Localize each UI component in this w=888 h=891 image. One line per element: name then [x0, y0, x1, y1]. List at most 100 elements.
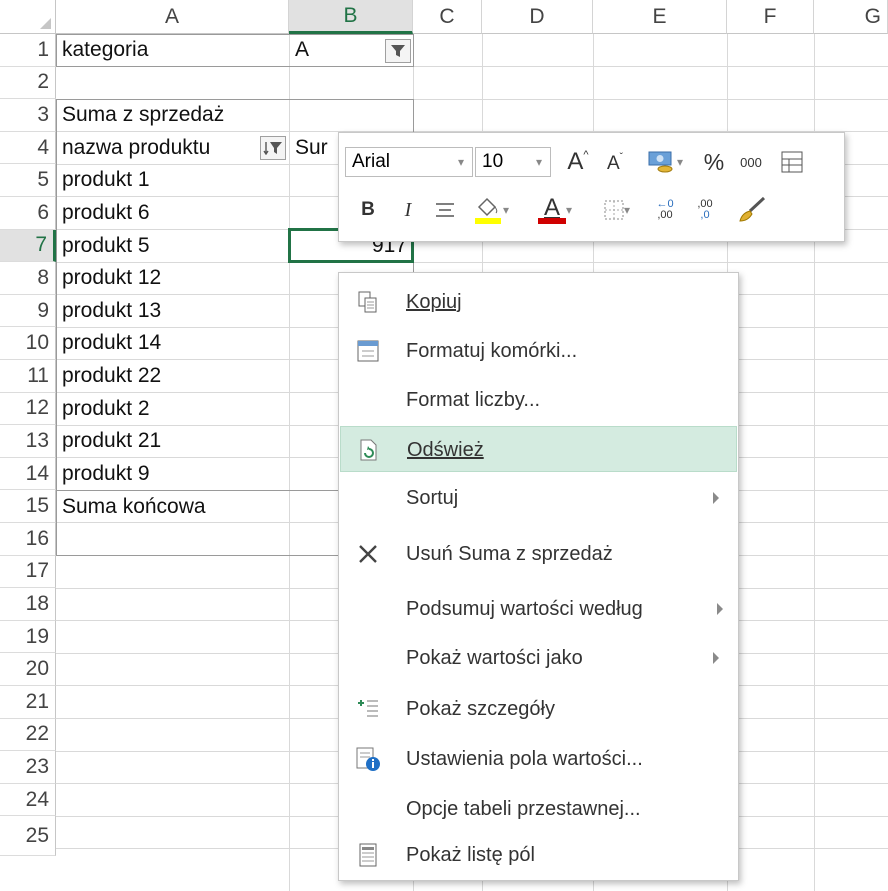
row-header-8[interactable]: 8 [0, 262, 56, 295]
menu-item-label: Opcje tabeli przestawnej... [406, 798, 641, 820]
select-all-corner[interactable] [0, 0, 56, 34]
row-header-1[interactable]: 1 [0, 34, 56, 67]
row-labels-filter-button[interactable] [260, 136, 286, 160]
column-header-b[interactable]: B [289, 0, 413, 34]
bold-button[interactable]: B [355, 193, 381, 227]
field-list-icon [354, 841, 382, 869]
format-painter-table-button[interactable] [775, 145, 809, 179]
menu-item-show-details[interactable]: Pokaż szczegóły [340, 686, 737, 732]
menu-item-format-cells[interactable]: Formatuj komórki... [340, 328, 737, 374]
decrease-decimal-label: ,0 [700, 209, 710, 221]
cell-a9[interactable]: produkt 13 [57, 295, 289, 327]
font-size-combo[interactable]: 10 ▾ [475, 147, 551, 177]
menu-item-label: Pokaż listę pól [406, 844, 535, 866]
cell-b4[interactable]: Sur [290, 132, 338, 164]
menu-item-refresh[interactable]: Odśwież [340, 426, 737, 472]
row-header-12[interactable]: 12 [0, 392, 56, 426]
chevron-down-icon: ▾ [623, 203, 631, 217]
table-format-icon [781, 151, 803, 173]
chevron-down-icon: ▾ [457, 155, 464, 169]
row-header-13[interactable]: 13 [0, 425, 56, 458]
column-header-a[interactable]: A [56, 0, 289, 34]
menu-item-sort[interactable]: Sortuj [340, 475, 737, 521]
cell-b1[interactable]: A [290, 34, 385, 66]
column-header-e[interactable]: E [593, 0, 727, 34]
row-header-25[interactable]: 25 [0, 816, 56, 857]
increase-decimal-button[interactable]: ←0 ,00 [647, 193, 683, 227]
borders-button[interactable]: ▾ [591, 193, 643, 227]
fill-color-button[interactable]: ▾ [465, 191, 517, 229]
row-header-17[interactable]: 17 [0, 555, 56, 589]
cell-a5[interactable]: produkt 1 [57, 164, 289, 196]
cell-a12[interactable]: produkt 2 [57, 393, 289, 425]
font-color-button[interactable]: A ▾ [529, 191, 581, 229]
menu-item-summarize-by[interactable]: Podsumuj wartości według [340, 586, 737, 632]
close-icon [354, 540, 382, 568]
row-header-16[interactable]: 16 [0, 523, 56, 556]
column-header-c[interactable]: C [413, 0, 482, 34]
submenu-arrow-icon [713, 652, 719, 664]
row-header-11[interactable]: 11 [0, 360, 56, 393]
cell-a4[interactable]: nazwa produktu [57, 132, 257, 164]
decrease-decimal-button[interactable]: ,00 ,0 [687, 193, 723, 227]
cell-a10[interactable]: produkt 14 [57, 327, 289, 359]
cell-a1[interactable]: kategoria [57, 34, 289, 66]
increase-decimal-label: ,00 [657, 209, 673, 221]
column-header-f[interactable]: F [727, 0, 814, 34]
menu-item-value-field-settings[interactable]: Ustawienia pola wartości... [340, 736, 737, 782]
cell-a3[interactable]: Suma z sprzedaż [57, 99, 289, 131]
menu-item-remove-field[interactable]: Usuń Suma z sprzedaż [340, 531, 737, 577]
cell-a15[interactable]: Suma końcowa [57, 491, 289, 523]
filter-dropdown-icon [391, 45, 405, 57]
chevron-down-icon: ▾ [535, 155, 542, 169]
row-header-20[interactable]: 20 [0, 653, 56, 686]
column-header-g[interactable]: G [814, 0, 888, 34]
font-size-value: 10 [482, 151, 504, 172]
report-filter-button[interactable] [385, 39, 411, 63]
menu-item-label: Format liczby... [406, 389, 541, 411]
row-header-10[interactable]: 10 [0, 327, 56, 360]
font-color-icon: A [537, 194, 566, 226]
show-details-icon [354, 695, 382, 723]
menu-item-field-list[interactable]: Pokaż listę pól [340, 832, 737, 878]
row-header-5[interactable]: 5 [0, 164, 56, 197]
row-header-6[interactable]: 6 [0, 197, 56, 230]
comma-style-button[interactable]: 000 [731, 145, 771, 179]
column-header-d[interactable]: D [482, 0, 593, 34]
cell-a14[interactable]: produkt 9 [57, 458, 289, 490]
italic-button[interactable]: I [395, 193, 421, 227]
cell-a7[interactable]: produkt 5 [57, 230, 289, 262]
shrink-font-button[interactable]: Aˇ [599, 147, 631, 181]
row-header-14[interactable]: 14 [0, 457, 56, 491]
cell-a13[interactable]: produkt 21 [57, 425, 289, 457]
cell-a8[interactable]: produkt 12 [57, 262, 289, 294]
border-icon [604, 200, 624, 220]
grow-font-button[interactable]: A ^ [561, 145, 595, 179]
row-header-4[interactable]: 4 [0, 131, 56, 165]
menu-item-number-format[interactable]: Format liczby... [340, 377, 737, 423]
fill-bucket-icon [474, 197, 501, 224]
row-header-19[interactable]: 19 [0, 620, 56, 654]
row-header-9[interactable]: 9 [0, 294, 56, 328]
center-align-button[interactable] [429, 193, 461, 227]
accounting-format-button[interactable]: ▾ [637, 145, 693, 179]
row-header-18[interactable]: 18 [0, 588, 56, 621]
chevron-down-icon: ▾ [676, 155, 684, 169]
menu-item-show-values-as[interactable]: Pokaż wartości jako [340, 635, 737, 681]
row-header-2[interactable]: 2 [0, 66, 56, 100]
percent-style-button[interactable]: % [697, 145, 731, 179]
row-header-7[interactable]: 7 [0, 229, 56, 263]
row-header-3[interactable]: 3 [0, 99, 56, 132]
font-name-value: Arial [352, 151, 391, 172]
format-painter-button[interactable] [731, 191, 771, 229]
menu-item-pivot-options[interactable]: Opcje tabeli przestawnej... [340, 786, 737, 832]
row-header-15[interactable]: 15 [0, 490, 56, 523]
menu-item-copy[interactable]: Kopiuj [340, 279, 737, 325]
cell-a6[interactable]: produkt 6 [57, 197, 289, 229]
row-header-21[interactable]: 21 [0, 686, 56, 719]
font-name-combo[interactable]: Arial ▾ [345, 147, 473, 177]
row-header-23[interactable]: 23 [0, 751, 56, 784]
cell-a11[interactable]: produkt 22 [57, 360, 289, 392]
row-header-24[interactable]: 24 [0, 783, 56, 817]
row-header-22[interactable]: 22 [0, 718, 56, 752]
